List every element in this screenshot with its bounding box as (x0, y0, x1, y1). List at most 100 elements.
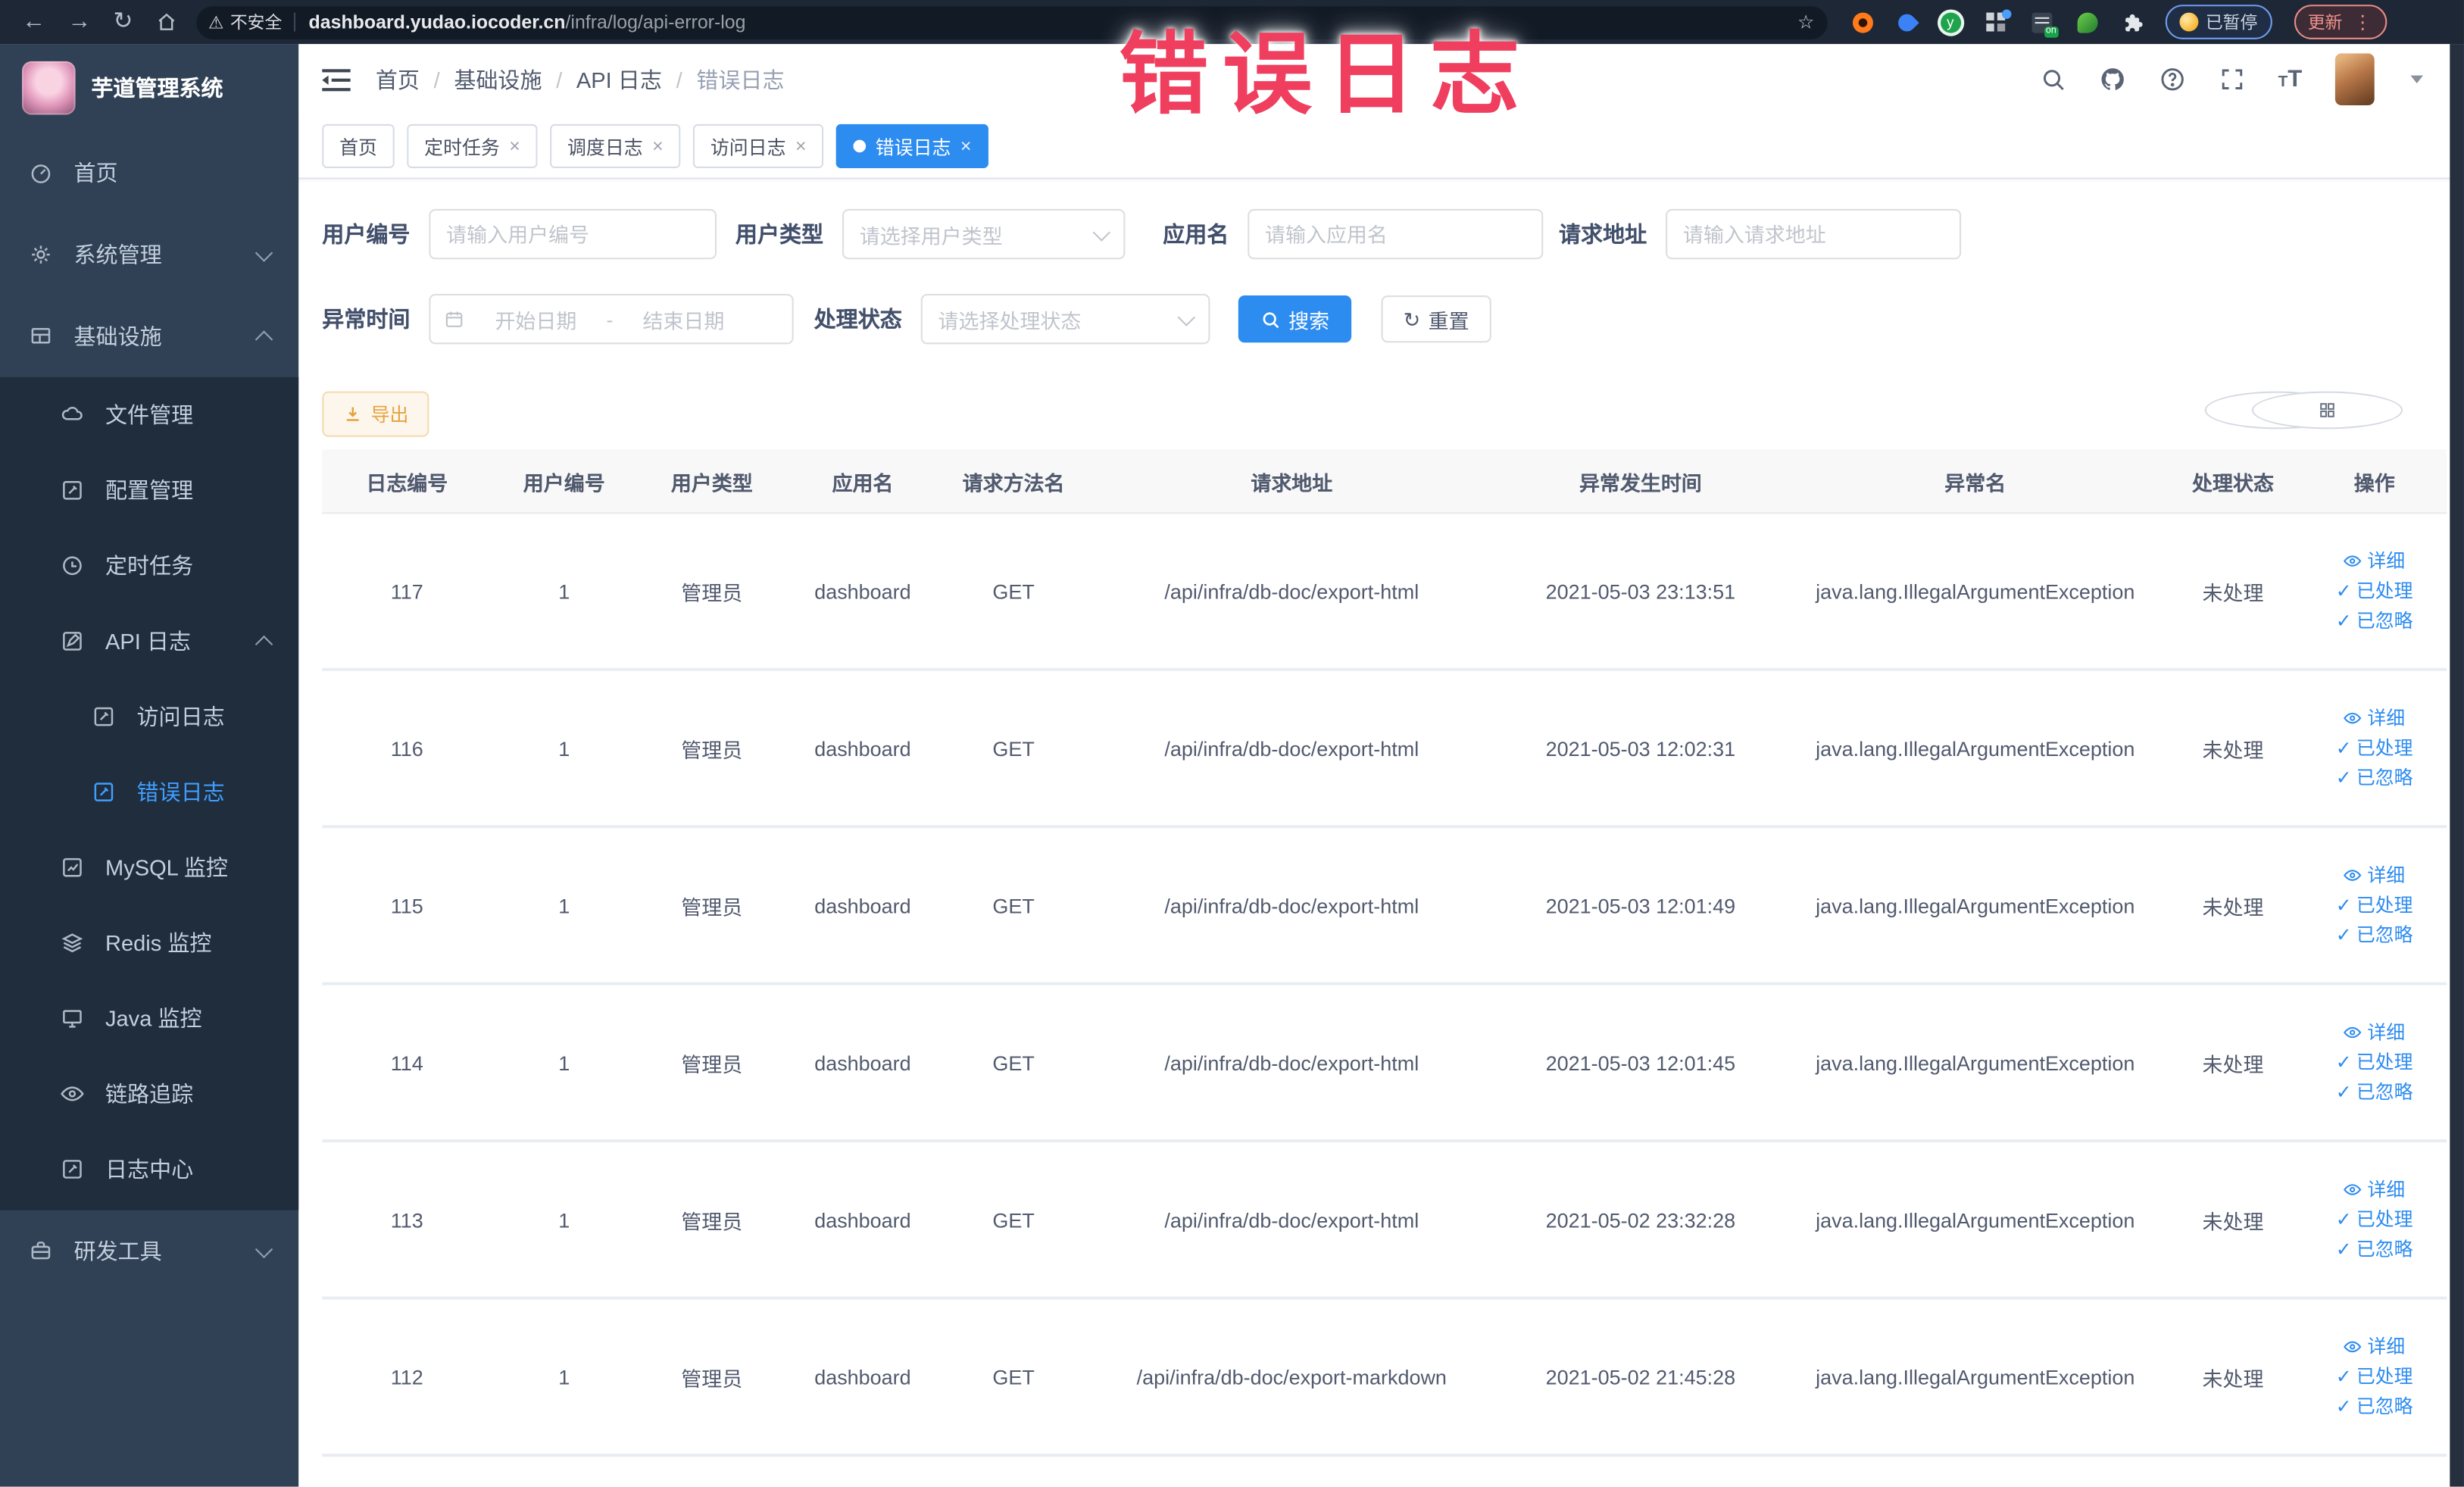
sidebar-item-home[interactable]: 首页 (0, 132, 298, 214)
paused-chip[interactable]: 已暂停 (2164, 5, 2272, 39)
forward-button[interactable]: → (67, 0, 91, 44)
bookmark-star-icon[interactable]: ☆ (1797, 11, 1814, 33)
tab-error-log[interactable]: 错误日志 × (835, 123, 989, 168)
collapse-sidebar-icon[interactable] (322, 68, 351, 91)
sidebar-item-infra[interactable]: 基础设施 (0, 295, 298, 377)
app-name-input[interactable] (1248, 208, 1544, 260)
chevron-up-icon (255, 330, 273, 348)
close-icon[interactable]: × (509, 135, 520, 157)
action-ignored[interactable]: ✓ 已忽略 (2336, 766, 2413, 789)
download-icon (342, 404, 363, 424)
search-button[interactable]: 搜索 (1238, 295, 1352, 343)
process-status-select[interactable]: 请选择处理状态 (920, 293, 1210, 345)
calendar-icon (443, 308, 465, 330)
extension-plant-icon[interactable] (2076, 11, 2097, 33)
cell-app-name: dashboard (814, 893, 911, 917)
sidebar-item-error-log[interactable]: 错误日志 (0, 754, 298, 830)
extension-blue-icon[interactable] (1894, 9, 1919, 35)
avatar-caret-icon[interactable] (2410, 75, 2424, 83)
breadcrumb-infra[interactable]: 基础设施 (454, 64, 542, 95)
sidebar-item-config[interactable]: 配置管理 (0, 452, 298, 528)
reload-button[interactable]: ↻ (113, 0, 133, 44)
filter-row-1: 用户编号 用户类型 请选择用户类型 应用名 请求地址 (322, 208, 2450, 260)
home-button[interactable] (155, 11, 177, 33)
back-button[interactable]: ← (22, 0, 45, 44)
cell-user-type: 管理员 (681, 1051, 743, 1076)
action-detail[interactable]: 详细 (2344, 864, 2405, 887)
user-type-select[interactable]: 请选择用户类型 (842, 208, 1126, 260)
action-processed[interactable]: ✓ 已处理 (2336, 1365, 2413, 1389)
sidebar-item-mysql[interactable]: MySQL 监控 (0, 829, 298, 905)
action-processed[interactable]: ✓ 已处理 (2336, 893, 2413, 917)
cell-user-id: 1 (558, 579, 570, 603)
sidebar-item-devtools[interactable]: 研发工具 (0, 1210, 298, 1292)
sidebar-item-access-log[interactable]: 访问日志 (0, 679, 298, 754)
chart-icon (60, 855, 85, 880)
update-chip[interactable]: 更新 ⋮ (2294, 5, 2387, 39)
extension-orange-icon[interactable] (1852, 11, 1873, 33)
sidebar-item-log-center[interactable]: 日志中心 (0, 1132, 298, 1207)
sidebar-item-job[interactable]: 定时任务 (0, 528, 298, 604)
extensions-puzzle-icon[interactable] (2122, 12, 2143, 33)
close-icon[interactable]: × (652, 135, 664, 157)
action-detail[interactable]: 详细 (2344, 1020, 2405, 1044)
close-icon[interactable]: × (960, 135, 972, 157)
github-icon[interactable] (2099, 66, 2125, 92)
extension-on-icon[interactable]: on (2031, 11, 2058, 37)
cell-actions: 详细 ✓ 已处理 ✓ 已忽略 (2302, 864, 2447, 947)
date-range-picker[interactable]: 开始日期 - 结束日期 (429, 293, 794, 345)
action-processed[interactable]: ✓ 已处理 (2336, 736, 2413, 760)
action-processed[interactable]: ✓ 已处理 (2336, 1207, 2413, 1231)
action-detail[interactable]: 详细 (2344, 707, 2405, 730)
column-settings-button[interactable] (2251, 391, 2403, 430)
sidebar-item-system[interactable]: 系统管理 (0, 214, 298, 295)
sidebar-item-redis[interactable]: Redis 监控 (0, 905, 298, 981)
action-ignored[interactable]: ✓ 已忽略 (2336, 609, 2413, 633)
user-id-input[interactable] (429, 208, 717, 260)
extension-green-icon[interactable]: y (1940, 11, 1961, 33)
cell-app-name: dashboard (814, 1050, 911, 1074)
app-logo-row[interactable]: 芋道管理系统 (0, 44, 298, 132)
menu-dots-icon[interactable]: ⋮ (2353, 11, 2372, 33)
fullscreen-icon[interactable] (2219, 66, 2245, 92)
cell-exception-name: java.lang.IllegalArgumentException (1816, 1364, 2135, 1389)
check-icon: ✓ (2335, 923, 2352, 945)
action-detail[interactable]: 详细 (2344, 549, 2405, 573)
sidebar-item-api-log[interactable]: API 日志 (0, 604, 298, 679)
cell-request-method: GET (992, 1207, 1035, 1232)
action-ignored[interactable]: ✓ 已忽略 (2336, 923, 2413, 947)
action-ignored[interactable]: ✓ 已忽略 (2336, 1080, 2413, 1104)
search-icon[interactable] (2039, 66, 2066, 92)
help-icon[interactable] (2159, 66, 2185, 92)
cell-actions: 详细 ✓ 已处理 ✓ 已忽略 (2302, 707, 2447, 790)
action-ignored[interactable]: ✓ 已忽略 (2336, 1395, 2413, 1418)
tab-job[interactable]: 定时任务 × (407, 123, 538, 168)
action-detail[interactable]: 详细 (2344, 1178, 2405, 1201)
cell-request-url: /api/infra/db-doc/export-html (1164, 579, 1419, 603)
security-badge[interactable]: ⚠ 不安全 (208, 9, 282, 34)
breadcrumb-api-log[interactable]: API 日志 (576, 64, 662, 95)
export-button[interactable]: 导出 (322, 391, 429, 437)
breadcrumb-home[interactable]: 首页 (376, 64, 420, 95)
app-title: 芋道管理系统 (91, 75, 223, 101)
sidebar-item-file[interactable]: 文件管理 (0, 377, 298, 453)
close-icon[interactable]: × (795, 135, 807, 157)
chevron-down-icon (255, 243, 273, 261)
action-processed[interactable]: ✓ 已处理 (2336, 1051, 2413, 1074)
sidebar-item-trace[interactable]: 链路追踪 (0, 1056, 298, 1132)
extension-grid-icon[interactable] (1985, 8, 2011, 33)
tab-job-log[interactable]: 调度日志 × (550, 123, 681, 168)
reset-button[interactable]: ↻ 重置 (1381, 295, 1491, 343)
action-ignored[interactable]: ✓ 已忽略 (2336, 1238, 2413, 1261)
cell-actions: 详细 ✓ 已处理 ✓ 已忽略 (2302, 1020, 2447, 1104)
cell-request-method: GET (992, 1050, 1035, 1074)
avatar[interactable] (2334, 53, 2375, 105)
tab-access-log[interactable]: 访问日志 × (693, 123, 824, 168)
action-processed[interactable]: ✓ 已处理 (2336, 579, 2413, 602)
action-detail[interactable]: 详细 (2344, 1335, 2405, 1358)
font-size-icon[interactable]: TT (2278, 67, 2303, 91)
sidebar-item-java[interactable]: Java 监控 (0, 981, 298, 1057)
address-bar[interactable]: ⚠ 不安全 dashboard.yudao.iocoder.cn/infra/l… (195, 5, 1827, 39)
request-url-input[interactable] (1666, 208, 1962, 260)
tab-home[interactable]: 首页 (322, 123, 395, 168)
